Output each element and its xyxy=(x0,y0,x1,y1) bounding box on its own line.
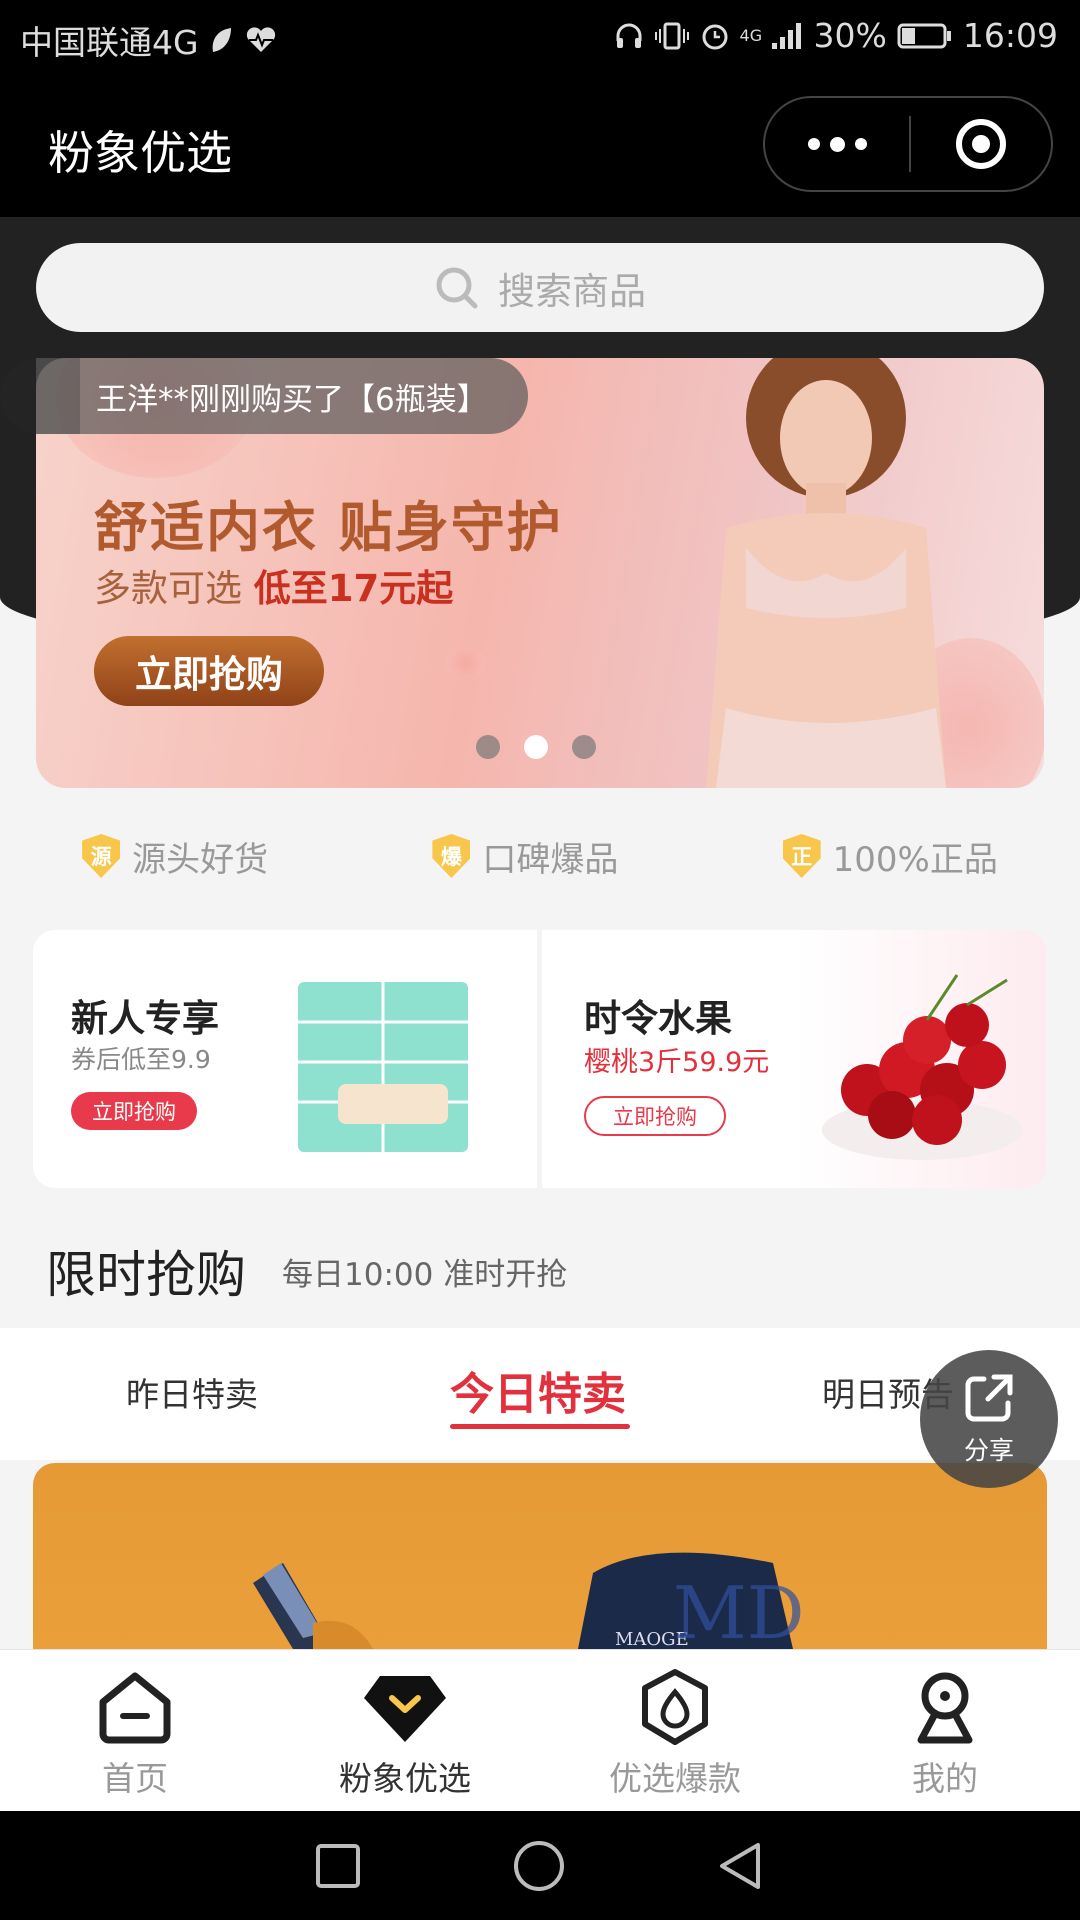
feature-item: 源 源头好货 xyxy=(82,832,268,881)
share-button[interactable]: 分享 xyxy=(920,1350,1058,1488)
target-close-icon xyxy=(956,119,1006,169)
tab-active-indicator xyxy=(450,1424,630,1429)
decor-petal xyxy=(446,648,486,678)
home-circle-icon[interactable] xyxy=(512,1839,566,1893)
product-image: MAOGE MD xyxy=(253,1552,804,1649)
feature-item: 正 100%正品 xyxy=(782,832,998,881)
battery-percent: 30% xyxy=(813,16,887,55)
feature-item: 爆 口碑爆品 xyxy=(432,832,618,881)
promo-title: 新人专享 xyxy=(71,997,219,1040)
search-bar[interactable]: 搜索商品 xyxy=(36,243,1044,332)
recents-icon[interactable] xyxy=(314,1842,362,1890)
alarm-icon xyxy=(702,24,728,49)
more-dot-icon xyxy=(829,136,845,152)
navigation-bar: 粉象优选 xyxy=(0,72,1080,217)
flash-sale-header: 限时抢购 每日10:00 准时开抢 xyxy=(0,1215,1080,1327)
purchase-toast: 王洋**刚刚购买了【6瓶装】 xyxy=(36,358,528,434)
search-placeholder: 搜索商品 xyxy=(498,269,646,313)
headset-icon xyxy=(616,23,642,48)
tabbar-label: 首页 xyxy=(102,1759,168,1798)
promo-card-newuser[interactable]: 新人专享 券后低至9.9 立即抢购 xyxy=(33,930,537,1188)
clock-time: 16:09 xyxy=(962,16,1058,55)
feature-label: 100%正品 xyxy=(832,839,998,880)
promo-buy-button[interactable]: 立即抢购 xyxy=(584,1096,726,1136)
person-icon xyxy=(917,1672,973,1744)
shield-badge-icon: 爆 xyxy=(432,834,471,878)
close-button[interactable] xyxy=(911,116,1051,172)
search-icon xyxy=(436,267,478,308)
banner-buy-button[interactable]: 立即抢购 xyxy=(94,636,324,706)
carousel-dot[interactable] xyxy=(572,735,596,759)
promo-subtitle: 樱桃3斤59.9元 xyxy=(584,1047,770,1078)
leaf-icon xyxy=(212,28,231,52)
svg-text:MD: MD xyxy=(673,1571,804,1649)
more-dot-icon xyxy=(854,138,867,150)
heart-rate-icon xyxy=(246,27,275,52)
tabbar-label: 优选爆款 xyxy=(609,1759,741,1798)
banner-headline: 舒适内衣 贴身守护 xyxy=(94,496,563,559)
tab-today[interactable]: 今日特卖 xyxy=(450,1358,626,1422)
banner-subline: 多款可选 低至17元起 xyxy=(94,558,453,612)
banner-subline-prefix: 多款可选 xyxy=(94,567,242,610)
drop-icon xyxy=(642,1669,708,1745)
promo-card-fruit[interactable]: 时令水果 樱桃3斤59.9元 立即抢购 xyxy=(542,930,1046,1188)
sale-tabs: 昨日特卖 今日特卖 明日预告 xyxy=(0,1328,1080,1460)
bottom-tab-bar: 首页 粉象优选 优选爆款 我的 xyxy=(0,1649,1080,1811)
carousel-dot-active[interactable] xyxy=(524,735,548,759)
battery-icon xyxy=(897,23,951,48)
carrier-text: 中国联通4G xyxy=(20,23,199,62)
tab-yesterday[interactable]: 昨日特卖 xyxy=(126,1368,258,1416)
more-button[interactable] xyxy=(765,98,909,190)
more-dot-icon xyxy=(807,138,820,150)
feature-strip: 源 源头好货 爆 口碑爆品 正 100%正品 xyxy=(0,820,1080,892)
tissue-pack-image xyxy=(298,982,468,1152)
flash-sale-subtitle: 每日10:00 准时开抢 xyxy=(282,1256,568,1293)
system-navigation-bar xyxy=(0,1811,1080,1920)
vibrate-icon xyxy=(654,22,689,49)
promo-subtitle: 券后低至9.9 xyxy=(71,1045,211,1074)
promo-title: 时令水果 xyxy=(584,997,732,1040)
home-icon xyxy=(99,1672,171,1744)
feature-label: 源头好货 xyxy=(132,839,269,880)
banner-price: 低至17元起 xyxy=(253,567,454,610)
share-icon xyxy=(965,1374,1013,1422)
cherries-image xyxy=(822,974,1022,1160)
app-title: 粉象优选 xyxy=(48,126,232,180)
share-label: 分享 xyxy=(963,1436,1014,1465)
network-type: 4G xyxy=(739,25,763,45)
tabbar-item-selection[interactable]: 粉象优选 xyxy=(270,1650,540,1811)
tabbar-item-home[interactable]: 首页 xyxy=(0,1650,270,1811)
mini-program-capsule xyxy=(763,96,1053,192)
carousel-dots xyxy=(476,735,596,759)
back-icon[interactable] xyxy=(716,1841,766,1891)
shield-badge-icon: 源 xyxy=(82,834,121,878)
carousel-dot[interactable] xyxy=(476,735,500,759)
tabbar-label: 粉象优选 xyxy=(339,1759,471,1798)
model-image xyxy=(706,358,946,788)
tabbar-item-mine[interactable]: 我的 xyxy=(810,1650,1080,1811)
promo-buy-button[interactable]: 立即抢购 xyxy=(71,1092,197,1130)
feature-label: 口碑爆品 xyxy=(482,839,619,880)
product-card[interactable]: MAOGE MD xyxy=(33,1463,1047,1649)
diamond-icon xyxy=(364,1676,446,1742)
shield-badge-icon: 正 xyxy=(782,834,821,878)
flash-sale-title: 限时抢购 xyxy=(46,1246,246,1304)
tabbar-label: 我的 xyxy=(912,1759,978,1798)
tabbar-item-hot[interactable]: 优选爆款 xyxy=(540,1650,810,1811)
status-bar: 中国联通4G 4G 30% 16:09 xyxy=(0,0,1080,72)
signal-icon xyxy=(771,22,801,49)
